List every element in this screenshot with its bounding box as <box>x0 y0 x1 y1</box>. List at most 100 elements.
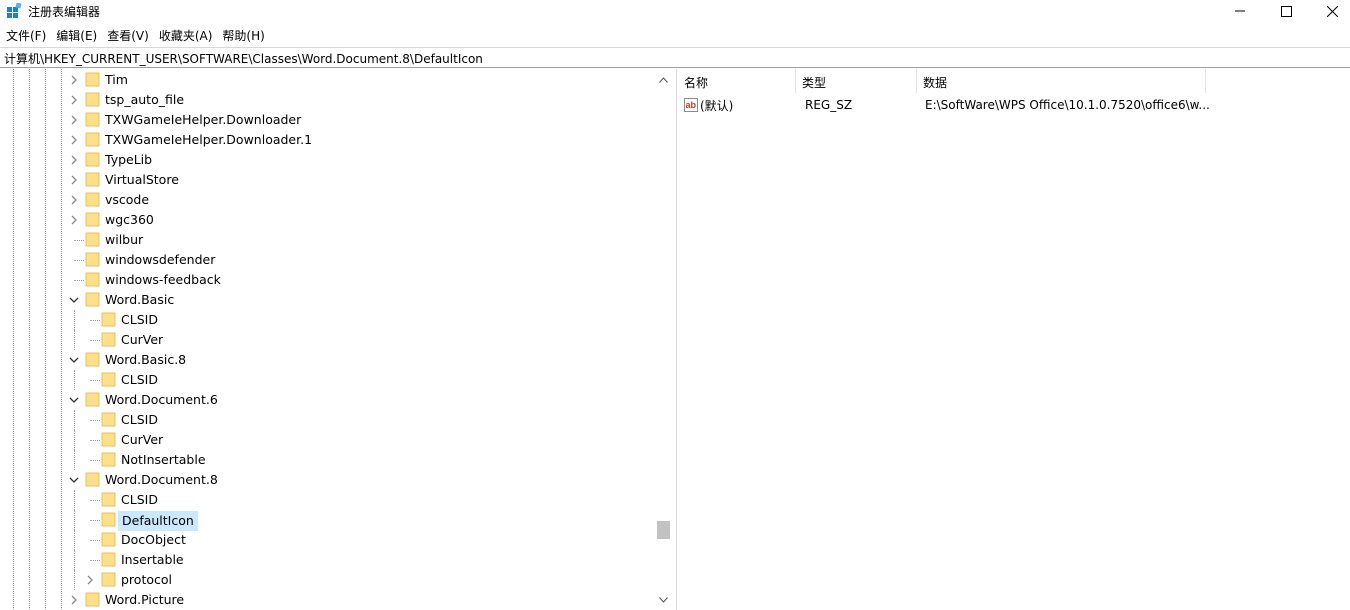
tree-connector <box>74 490 75 510</box>
expand-chevron-right-icon[interactable] <box>68 214 80 226</box>
tree-item-label: Tim <box>105 72 128 87</box>
tree-item[interactable]: wilbur <box>0 230 655 250</box>
address-bar[interactable]: 计算机\HKEY_CURRENT_USER\SOFTWARE\Classes\W… <box>0 47 1350 68</box>
scroll-thumb[interactable] <box>657 521 670 539</box>
scroll-down-button[interactable] <box>655 591 672 608</box>
tree-item[interactable]: TXWGameIeHelper.Downloader.1 <box>0 130 655 150</box>
folder-icon <box>101 432 116 447</box>
folder-icon <box>101 412 116 427</box>
tree-connector <box>74 240 84 241</box>
tree-item-label: protocol <box>121 572 172 587</box>
tree-item[interactable]: Insertable <box>0 550 655 570</box>
menu-help[interactable]: 帮助(H) <box>218 25 270 46</box>
expand-chevron-right-icon[interactable] <box>68 194 80 206</box>
expand-chevron-down-icon[interactable] <box>68 354 80 366</box>
tree-item-label: TypeLib <box>105 152 153 167</box>
folder-icon <box>101 552 116 567</box>
expand-chevron-right-icon[interactable] <box>68 74 80 86</box>
tree-connector <box>90 540 100 541</box>
tree-scrollbar[interactable] <box>655 69 672 610</box>
folder-icon <box>85 252 100 267</box>
tree-item[interactable]: CurVer <box>0 430 655 450</box>
menu-file[interactable]: 文件(F) <box>2 25 52 46</box>
folder-icon <box>85 192 100 207</box>
expand-chevron-down-icon[interactable] <box>68 294 80 306</box>
menu-edit[interactable]: 编辑(E) <box>52 25 103 46</box>
close-button[interactable] <box>1309 0 1350 22</box>
minimize-button[interactable] <box>1217 0 1263 22</box>
tree-connector <box>90 320 100 321</box>
expand-chevron-right-icon[interactable] <box>84 574 96 586</box>
maximize-button[interactable] <box>1263 0 1309 22</box>
tree-item[interactable]: VirtualStore <box>0 170 655 190</box>
tree-item[interactable]: CLSID <box>0 490 655 510</box>
tree-item[interactable]: CurVer <box>0 330 655 350</box>
expand-chevron-right-icon[interactable] <box>68 134 80 146</box>
key-tree: Tim tsp_auto_file TXWGameIeHelper.Download… <box>0 69 672 610</box>
tree-connector <box>90 380 100 381</box>
menu-favorites[interactable]: 收藏夹(A) <box>155 25 219 46</box>
value-list: 名称 类型 数据 ab (默认) REG_SZ E:\SoftWare\WPS … <box>678 69 1350 610</box>
expand-chevron-down-icon[interactable] <box>68 394 80 406</box>
tree-item[interactable]: CLSID <box>0 310 655 330</box>
expand-chevron-right-icon[interactable] <box>68 94 80 106</box>
folder-icon <box>85 92 100 107</box>
tree-item[interactable]: protocol <box>0 570 655 590</box>
folder-icon <box>85 592 100 607</box>
column-header-name[interactable]: 名称 <box>678 69 796 93</box>
tree-item[interactable]: NotInsertable <box>0 450 655 470</box>
tree-item[interactable]: vscode <box>0 190 655 210</box>
value-type: REG_SZ <box>805 98 853 112</box>
folder-icon <box>85 292 100 307</box>
tree-item[interactable]: TXWGameIeHelper.Downloader <box>0 110 655 130</box>
expand-chevron-right-icon[interactable] <box>68 594 80 606</box>
tree-item[interactable]: Word.Basic.8 <box>0 350 655 370</box>
folder-icon <box>101 532 116 547</box>
tree-connector <box>90 340 100 341</box>
tree-connector <box>74 510 75 530</box>
chevron-down-icon <box>659 596 668 603</box>
tree-item-label: tsp_auto_file <box>105 92 185 107</box>
tree-connector <box>74 330 75 350</box>
tree-item[interactable]: Word.Basic <box>0 290 655 310</box>
string-value-icon: ab <box>684 98 698 112</box>
pane-splitter[interactable] <box>672 69 677 610</box>
column-header-data[interactable]: 数据 <box>917 69 1206 93</box>
tree-item[interactable]: windows-feedback <box>0 270 655 290</box>
tree-item[interactable]: windowsdefender <box>0 250 655 270</box>
tree-item[interactable]: wgc360 <box>0 210 655 230</box>
folder-icon <box>101 492 116 507</box>
tree-item-label: CurVer <box>121 432 164 447</box>
tree-item[interactable]: Tim <box>0 70 655 90</box>
tree-connector <box>74 570 75 590</box>
folder-icon <box>101 312 116 327</box>
tree-item-label: windowsdefender <box>105 252 216 267</box>
minimize-icon <box>1235 10 1245 12</box>
tree-item[interactable]: DefaultIcon <box>0 510 655 531</box>
folder-icon <box>101 332 116 347</box>
tree-item[interactable]: TypeLib <box>0 150 655 170</box>
tree-item[interactable]: CLSID <box>0 410 655 430</box>
column-header-type[interactable]: 类型 <box>796 69 917 93</box>
expand-chevron-right-icon[interactable] <box>68 174 80 186</box>
close-icon <box>1326 5 1338 17</box>
tree-item[interactable]: tsp_auto_file <box>0 90 655 110</box>
tree-item[interactable]: Word.Picture <box>0 590 655 610</box>
tree-item[interactable]: DocObject <box>0 530 655 550</box>
value-data: E:\SoftWare\WPS Office\10.1.0.7520\offic… <box>925 98 1210 112</box>
tree-item-label: Word.Document.6 <box>105 392 218 407</box>
expand-chevron-right-icon[interactable] <box>68 114 80 126</box>
folder-icon <box>85 132 100 147</box>
tree-item-label: CLSID <box>121 412 158 427</box>
tree-item[interactable]: CLSID <box>0 370 655 390</box>
svg-text:ab: ab <box>686 100 697 110</box>
expand-chevron-down-icon[interactable] <box>68 474 80 486</box>
tree-item[interactable]: Word.Document.6 <box>0 390 655 410</box>
expand-chevron-right-icon[interactable] <box>68 154 80 166</box>
scroll-up-button[interactable] <box>655 71 672 88</box>
tree-item-label: Word.Basic <box>105 292 175 307</box>
tree-item-label: Word.Document.8 <box>105 472 218 487</box>
menu-view[interactable]: 查看(V) <box>103 25 155 46</box>
tree-item-label: windows-feedback <box>105 272 221 287</box>
tree-item[interactable]: Word.Document.8 <box>0 470 655 490</box>
